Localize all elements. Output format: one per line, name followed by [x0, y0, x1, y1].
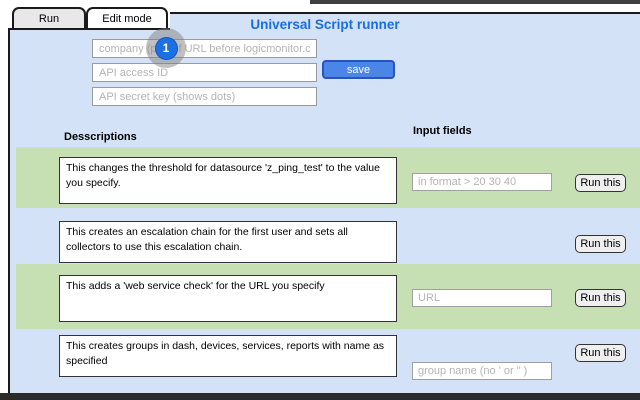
description-textarea[interactable]: This adds a 'web service check' for the …: [59, 275, 397, 322]
description-textarea[interactable]: This creates an escalation chain for the…: [59, 221, 397, 263]
script-row-web-service-check: This adds a 'web service check' for the …: [16, 264, 640, 329]
click-annotation-ring: 1: [146, 28, 186, 68]
description-textarea[interactable]: This creates groups in dash, devices, se…: [59, 335, 397, 377]
script-row-threshold: This changes the threshold for datasourc…: [16, 147, 640, 208]
run-this-button[interactable]: Run this: [575, 289, 626, 307]
window-edge-top: [310, 0, 640, 4]
threshold-input[interactable]: [412, 173, 552, 191]
run-this-button[interactable]: Run this: [575, 235, 626, 253]
api-secret-key-input[interactable]: [92, 87, 317, 106]
script-row-escalation-chain: This creates an escalation chain for the…: [16, 208, 640, 264]
window-edge-bottom: [0, 393, 640, 400]
group-name-input[interactable]: [412, 362, 552, 380]
api-access-id-input[interactable]: [92, 63, 317, 82]
input-fields-header: Input fields: [413, 125, 472, 137]
url-input[interactable]: [412, 289, 552, 307]
step-1-badge: 1: [154, 36, 178, 60]
save-button[interactable]: save: [322, 60, 395, 79]
run-this-button[interactable]: Run this: [575, 174, 626, 192]
tab-edit-mode[interactable]: Edit mode: [86, 7, 168, 28]
tab-run[interactable]: Run: [12, 7, 86, 28]
run-this-button[interactable]: Run this: [575, 344, 626, 362]
tab-strip: Run Edit mode: [8, 0, 170, 30]
app-panel: Universal Script runner save 1 Desscript…: [8, 12, 640, 393]
script-row-create-groups: This creates groups in dash, devices, se…: [16, 329, 640, 395]
company-input[interactable]: [92, 39, 317, 58]
description-textarea[interactable]: This changes the threshold for datasourc…: [59, 157, 397, 204]
descriptions-header: Desscriptions: [64, 131, 137, 143]
